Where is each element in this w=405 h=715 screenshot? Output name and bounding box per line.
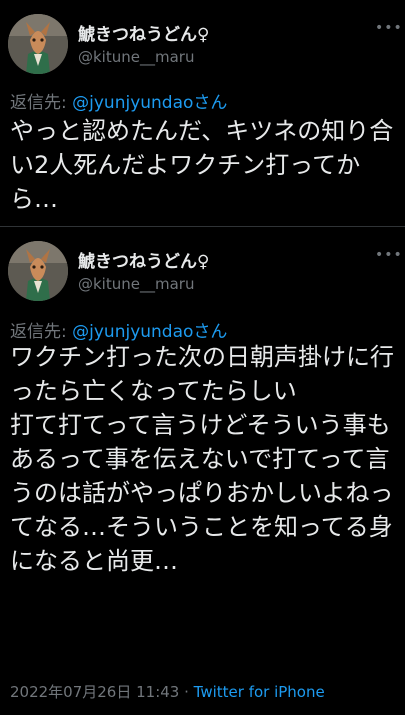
more-options-icon[interactable]: ••• bbox=[375, 18, 402, 38]
tweet-meta: 2022年07月26日 11:43 · Twitter for iPhone bbox=[10, 681, 325, 702]
more-options-icon[interactable]: ••• bbox=[375, 245, 402, 265]
avatar[interactable] bbox=[8, 241, 68, 301]
reply-to-line: 返信先: @jyunjyundaoさん bbox=[10, 88, 227, 113]
reply-mention-link[interactable]: @jyunjyundaoさん bbox=[72, 322, 227, 342]
tweet[interactable]: 鯱きつねうどん♀ @kitune__maru ••• 返信先: @jyunjyu… bbox=[0, 227, 405, 715]
fox-avatar-icon bbox=[8, 241, 68, 301]
timestamp[interactable]: 2022年07月26日 11:43 bbox=[10, 683, 179, 701]
reply-mention-link[interactable]: @jyunjyundaoさん bbox=[72, 93, 227, 113]
fox-avatar-icon bbox=[8, 14, 68, 74]
meta-separator: · bbox=[179, 683, 194, 701]
reply-to-prefix: 返信先: bbox=[10, 93, 73, 113]
display-name[interactable]: 鯱きつねうどん♀ bbox=[78, 247, 209, 272]
source-link[interactable]: Twitter for iPhone bbox=[194, 683, 325, 701]
display-name[interactable]: 鯱きつねうどん♀ bbox=[78, 20, 209, 45]
user-handle[interactable]: @kitune__maru bbox=[78, 48, 194, 66]
tweet[interactable]: 鯱きつねうどん♀ @kitune__maru ••• 返信先: @jyunjyu… bbox=[0, 0, 405, 226]
tweet-text: やっと認めたんだ、キツネの知り合い2人死んだよワクチン打ってから… bbox=[10, 117, 394, 213]
reply-to-prefix: 返信先: bbox=[10, 322, 73, 342]
tweet-text: ワクチン打った次の日朝声掛けに行ったら亡くなってたらしい 打て打てって言うけどそ… bbox=[10, 343, 394, 575]
reply-to-line: 返信先: @jyunjyundaoさん bbox=[10, 317, 227, 342]
user-handle[interactable]: @kitune__maru bbox=[78, 275, 194, 293]
avatar[interactable] bbox=[8, 14, 68, 74]
